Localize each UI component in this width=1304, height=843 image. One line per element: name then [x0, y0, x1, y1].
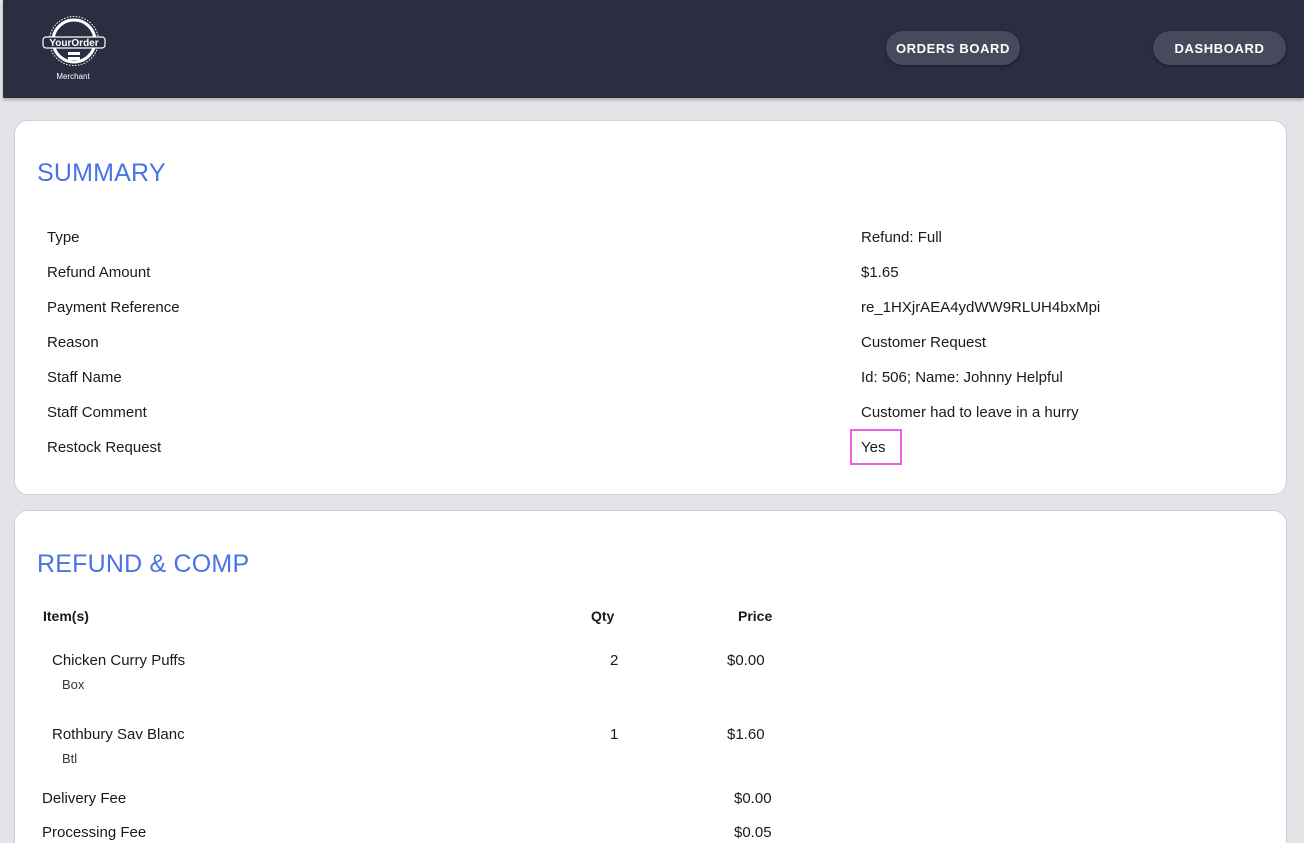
- summary-row-type: Type Refund: Full: [15, 229, 1286, 253]
- item-qty: 1: [610, 726, 619, 743]
- dashboard-button[interactable]: DASHBOARD: [1153, 31, 1286, 65]
- item-price: $0.00: [727, 652, 765, 669]
- summary-row-restock-request: Restock Request Yes: [15, 429, 1286, 465]
- summary-row-refund-amount: Refund Amount $1.65: [15, 264, 1286, 288]
- logo-subtitle: Merchant: [56, 72, 90, 81]
- item-name: Chicken Curry Puffs: [52, 652, 186, 669]
- processing-fee-value: $0.05: [734, 824, 772, 841]
- summary-row-payment-reference: Payment Reference re_1HXjrAEA4ydWW9RLUH4…: [15, 299, 1286, 323]
- refund-comp-card: REFUND & COMP Item(s) Qty Price Chicken …: [14, 510, 1287, 843]
- app-frame: YourOrder Merchant ORDERS BOARD DASHBOAR…: [0, 0, 1304, 843]
- processing-fee-label: Processing Fee: [42, 824, 147, 841]
- orders-board-button[interactable]: ORDERS BOARD: [886, 31, 1020, 65]
- summary-value: Customer Request: [861, 334, 987, 351]
- item-qty: 2: [610, 652, 619, 669]
- summary-label: Reason: [47, 334, 99, 351]
- item-name: Rothbury Sav Blanc: [52, 726, 185, 743]
- summary-label: Refund Amount: [47, 264, 151, 281]
- summary-value: Id: 506; Name: Johnny Helpful: [861, 369, 1063, 386]
- summary-row-staff-comment: Staff Comment Customer had to leave in a…: [15, 404, 1286, 428]
- summary-label: Type: [47, 229, 80, 246]
- summary-value: Refund: Full: [861, 229, 942, 246]
- summary-value: $1.65: [861, 264, 899, 281]
- summary-label: Staff Name: [47, 369, 122, 386]
- item-unit: Btl: [62, 751, 78, 766]
- delivery-fee-label: Delivery Fee: [42, 790, 127, 807]
- item-price: $1.60: [727, 726, 765, 743]
- item-unit: Box: [62, 677, 85, 692]
- summary-label: Restock Request: [47, 439, 162, 456]
- summary-label: Payment Reference: [47, 299, 180, 316]
- top-navbar: YourOrder Merchant ORDERS BOARD DASHBOAR…: [3, 0, 1304, 98]
- summary-title: SUMMARY: [37, 159, 166, 187]
- summary-row-reason: Reason Customer Request: [15, 334, 1286, 358]
- logo-wordmark: YourOrder: [49, 38, 98, 49]
- summary-value: re_1HXjrAEA4ydWW9RLUH4bxMpi: [861, 299, 1101, 316]
- summary-row-staff-name: Staff Name Id: 506; Name: Johnny Helpful: [15, 369, 1286, 393]
- refund-comp-title: REFUND & COMP: [37, 550, 250, 578]
- summary-label: Staff Comment: [47, 404, 147, 421]
- items-column-header: Item(s): [43, 608, 89, 624]
- summary-value: Yes: [861, 439, 886, 456]
- summary-card: SUMMARY Type Refund: Full Refund Amount …: [14, 120, 1287, 495]
- summary-value: Customer had to leave in a hurry: [861, 404, 1079, 421]
- price-column-header: Price: [738, 608, 773, 624]
- qty-column-header: Qty: [591, 608, 615, 624]
- delivery-fee-value: $0.00: [734, 790, 772, 807]
